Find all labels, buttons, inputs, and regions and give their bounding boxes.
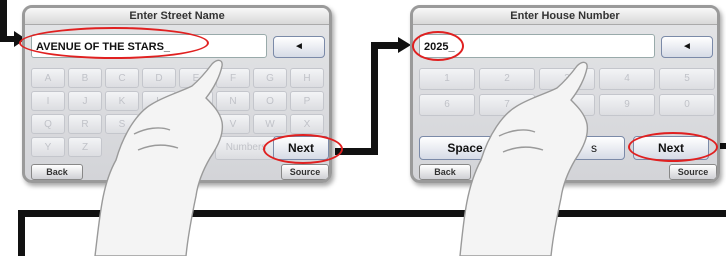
pointing-hand-icon	[94, 59, 224, 256]
pointing-hands	[94, 59, 589, 256]
pointing-hand-icon	[459, 61, 589, 256]
